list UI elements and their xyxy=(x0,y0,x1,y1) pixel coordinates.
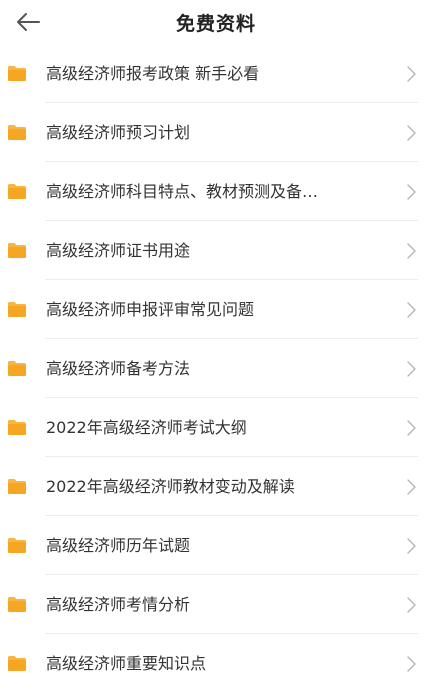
list-item-label: 高级经济师历年试题 xyxy=(46,535,191,555)
chevron-right-icon xyxy=(407,125,416,141)
chevron-right-icon xyxy=(407,420,416,436)
chevron-right-icon xyxy=(407,479,416,495)
list-item-label: 高级经济师科目特点、教材预测及备… xyxy=(46,181,319,201)
list-item[interactable]: 高级经济师证书用途 xyxy=(0,221,432,280)
list-item[interactable]: 高级经济师预习计划 xyxy=(0,103,432,162)
list-item[interactable]: 高级经济师报考政策 新手必看 xyxy=(0,44,432,103)
folder-icon xyxy=(8,420,26,435)
chevron-right-icon xyxy=(407,656,416,672)
folder-icon xyxy=(8,243,26,258)
arrow-left-icon xyxy=(17,13,40,31)
folder-icon xyxy=(8,479,26,494)
list-item[interactable]: 高级经济师历年试题 xyxy=(0,516,432,575)
list-item[interactable]: 高级经济师申报评审常见问题 xyxy=(0,280,432,339)
folder-icon xyxy=(8,66,26,81)
folder-icon xyxy=(8,302,26,317)
chevron-right-icon xyxy=(407,184,416,200)
page-title: 免费资料 xyxy=(175,12,256,35)
list-item-label: 高级经济师证书用途 xyxy=(46,240,191,260)
top-bar: 免费资料 xyxy=(0,0,432,44)
folder-icon xyxy=(8,656,26,671)
list-item-label: 2022年高级经济师考试大纲 xyxy=(46,417,247,437)
list-item[interactable]: 高级经济师考情分析 xyxy=(0,575,432,634)
folder-icon xyxy=(8,361,26,376)
list-item-label: 高级经济师考情分析 xyxy=(46,594,191,614)
back-button[interactable] xyxy=(12,6,44,38)
list-item-label: 高级经济师申报评审常见问题 xyxy=(46,299,255,319)
list-item[interactable]: 高级经济师重要知识点 xyxy=(0,634,432,693)
chevron-right-icon xyxy=(407,597,416,613)
list-item-label: 2022年高级经济师教材变动及解读 xyxy=(46,476,295,496)
list-item-label: 高级经济师备考方法 xyxy=(46,358,191,378)
list-item[interactable]: 高级经济师备考方法 xyxy=(0,339,432,398)
folder-icon xyxy=(8,597,26,612)
folder-icon xyxy=(8,538,26,553)
folder-icon xyxy=(8,125,26,140)
chevron-right-icon xyxy=(407,243,416,259)
list-item-label: 高级经济师预习计划 xyxy=(46,122,191,142)
list-item[interactable]: 2022年高级经济师教材变动及解读 xyxy=(0,457,432,516)
list-item-label: 高级经济师重要知识点 xyxy=(46,653,207,673)
resource-list: 高级经济师报考政策 新手必看 高级经济师预习计划 高级经济师科目特点、教材预测及… xyxy=(0,44,432,693)
list-item[interactable]: 2022年高级经济师考试大纲 xyxy=(0,398,432,457)
chevron-right-icon xyxy=(407,538,416,554)
list-item-label: 高级经济师报考政策 新手必看 xyxy=(46,63,260,83)
chevron-right-icon xyxy=(407,66,416,82)
chevron-right-icon xyxy=(407,302,416,318)
chevron-right-icon xyxy=(407,361,416,377)
folder-icon xyxy=(8,184,26,199)
list-item[interactable]: 高级经济师科目特点、教材预测及备… xyxy=(0,162,432,221)
